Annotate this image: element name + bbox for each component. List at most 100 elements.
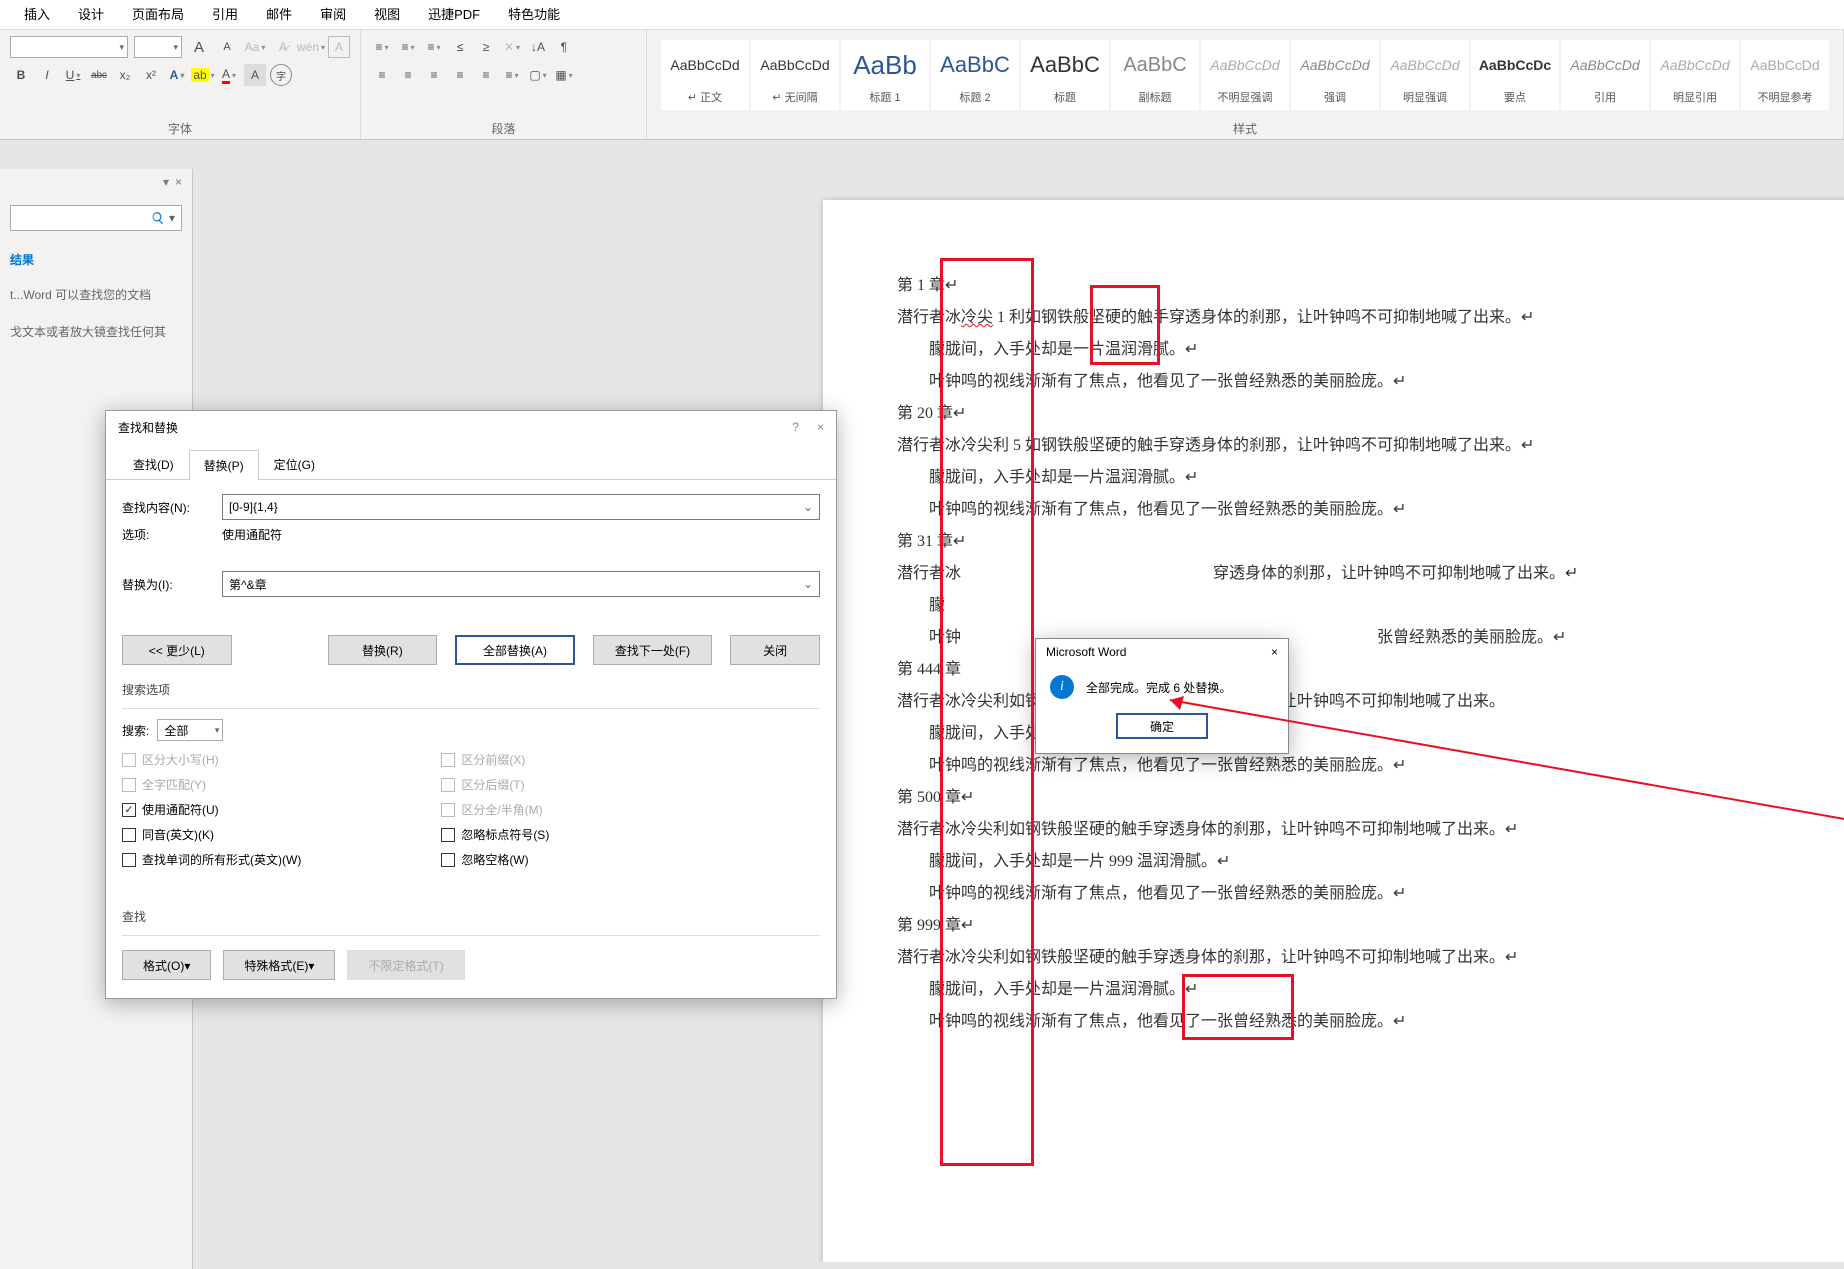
find-section-label: 查找	[122, 908, 820, 925]
numbering-icon[interactable]: ≡	[397, 36, 419, 58]
strike-icon[interactable]: abc	[88, 64, 110, 86]
style-item[interactable]: AaBbCcDd引用	[1561, 40, 1649, 110]
shrink-font-icon[interactable]: A	[216, 36, 238, 58]
close-button[interactable]: 关闭	[730, 635, 820, 665]
chk-whole-word[interactable]: 全字匹配(Y)	[122, 776, 301, 793]
close-icon[interactable]: ×	[817, 420, 824, 434]
ribbon-tab[interactable]: 引用	[198, 0, 252, 30]
subscript-icon[interactable]: x₂	[114, 64, 136, 86]
doc-line: 朦胧间，入手处却是一片 999 温润滑腻。↵	[897, 846, 1789, 878]
chk-sounds-like[interactable]: 同音(英文)(K)	[122, 826, 301, 843]
char-border-icon[interactable]: A	[328, 36, 350, 58]
replace-all-button[interactable]: 全部替换(A)	[455, 635, 575, 665]
nav-close-icon[interactable]: ×	[175, 175, 182, 189]
chk-ignore-punct[interactable]: 忽略标点符号(S)	[441, 826, 549, 843]
highlight-icon[interactable]: ab	[192, 64, 214, 86]
bullets-icon[interactable]: ≡	[371, 36, 393, 58]
decrease-indent-icon[interactable]: ≤	[449, 36, 471, 58]
nav-help-text: t...Word 可以查找您的文档	[10, 286, 182, 305]
style-item[interactable]: AaBbC副标题	[1111, 40, 1199, 110]
special-button[interactable]: 特殊格式(E)▾	[223, 950, 335, 980]
clear-format-icon[interactable]: A̷	[272, 36, 294, 58]
align-left-icon[interactable]: ≡	[371, 64, 393, 86]
doc-line: 潜行者冰冷尖利如钢铁般坚硬的触手穿透身体的刹那，让叶钟鸣不可抑制地喊了出来。↵	[897, 814, 1789, 846]
char-shading-icon[interactable]: A	[244, 64, 266, 86]
search-dir-label: 搜索:	[122, 722, 149, 739]
asian-layout-icon[interactable]: ✕	[501, 36, 523, 58]
sort-icon[interactable]: ↓A	[527, 36, 549, 58]
font-size-dd[interactable]	[134, 36, 182, 58]
font-family-dd[interactable]	[10, 36, 128, 58]
style-item[interactable]: AaBbCcDd明显强调	[1381, 40, 1469, 110]
change-case-icon[interactable]: Aa	[244, 36, 266, 58]
ok-button[interactable]: 确定	[1116, 713, 1208, 739]
msg-close-icon[interactable]: ×	[1271, 645, 1278, 659]
shading-para-icon[interactable]: ▢	[527, 64, 549, 86]
show-marks-icon[interactable]: ¶	[553, 36, 575, 58]
chk-ignore-space[interactable]: 忽略空格(W)	[441, 851, 549, 868]
underline-icon[interactable]: U	[62, 64, 84, 86]
tab-find[interactable]: 查找(D)	[118, 449, 189, 479]
phonetic-icon[interactable]: wén	[300, 36, 322, 58]
align-right-icon[interactable]: ≡	[423, 64, 445, 86]
page[interactable]: 第 1 章↵ 潜行者冰冷尖 1 利如钢铁般坚硬的触手穿透身体的刹那，让叶钟鸣不可…	[823, 200, 1844, 1262]
ribbon-tab[interactable]: 插入	[10, 0, 64, 30]
chk-word-forms[interactable]: 查找单词的所有形式(英文)(W)	[122, 851, 301, 868]
style-item[interactable]: AaBbC标题	[1021, 40, 1109, 110]
increase-indent-icon[interactable]: ≥	[475, 36, 497, 58]
find-next-button[interactable]: 查找下一处(F)	[593, 635, 713, 665]
style-item[interactable]: AaBbCcDd↵ 无间隔	[751, 40, 839, 110]
doc-line: 朦胧间，入手处却是一片温润滑腻。↵	[897, 462, 1789, 494]
multilevel-icon[interactable]: ≡	[423, 36, 445, 58]
styles-gallery[interactable]: AaBbCcDd↵ 正文AaBbCcDd↵ 无间隔AaBb标题 1AaBbC标题…	[657, 36, 1833, 114]
search-direction-dd[interactable]: 全部	[157, 719, 223, 741]
tab-replace[interactable]: 替换(P)	[189, 450, 259, 480]
nav-chevron-icon[interactable]: ▾	[163, 175, 169, 189]
font-color-icon[interactable]: A	[218, 64, 240, 86]
style-item[interactable]: AaBbC标题 2	[931, 40, 1019, 110]
chk-prefix[interactable]: 区分前缀(X)	[441, 751, 549, 768]
chk-suffix[interactable]: 区分后缀(T)	[441, 776, 549, 793]
ribbon-tab[interactable]: 审阅	[306, 0, 360, 30]
borders-icon[interactable]: ▦	[553, 64, 575, 86]
italic-icon[interactable]: I	[36, 64, 58, 86]
help-icon[interactable]: ?	[792, 420, 799, 434]
chk-width[interactable]: 区分全/半角(M)	[441, 801, 549, 818]
dialog-titlebar[interactable]: 查找和替换 ? ×	[106, 411, 836, 443]
replace-input[interactable]: 第^&章	[222, 571, 820, 597]
less-button[interactable]: << 更少(L)	[122, 635, 232, 665]
ribbon-tab[interactable]: 邮件	[252, 0, 306, 30]
align-center-icon[interactable]: ≡	[397, 64, 419, 86]
text-effects-icon[interactable]: A	[166, 64, 188, 86]
bold-icon[interactable]: B	[10, 64, 32, 86]
ribbon-tab[interactable]: 特色功能	[494, 0, 574, 30]
msg-title: Microsoft Word	[1046, 645, 1126, 659]
find-input[interactable]: [0-9]{1,4}	[222, 494, 820, 520]
distribute-icon[interactable]: ≡	[475, 64, 497, 86]
style-item[interactable]: AaBbCcDd不明显强调	[1201, 40, 1289, 110]
nav-search-input[interactable]: ▾	[10, 205, 182, 231]
superscript-icon[interactable]: x²	[140, 64, 162, 86]
chk-wildcards[interactable]: ✓使用通配符(U)	[122, 801, 301, 818]
ribbon-tab[interactable]: 迅捷PDF	[414, 0, 494, 30]
style-item[interactable]: AaBbCcDc要点	[1471, 40, 1559, 110]
grow-font-icon[interactable]: A	[188, 36, 210, 58]
dialog-tabs: 查找(D) 替换(P) 定位(G)	[106, 443, 836, 480]
nav-results-tab[interactable]: 结果	[10, 251, 182, 268]
ribbon-tab[interactable]: 设计	[64, 0, 118, 30]
tab-goto[interactable]: 定位(G)	[259, 449, 330, 479]
style-item[interactable]: AaBbCcDd强调	[1291, 40, 1379, 110]
format-button[interactable]: 格式(O)▾	[122, 950, 211, 980]
style-item[interactable]: AaBb标题 1	[841, 40, 929, 110]
enclosed-char-icon[interactable]: 字	[270, 64, 292, 86]
chk-match-case[interactable]: 区分大小写(H)	[122, 751, 301, 768]
ribbon-tab[interactable]: 视图	[360, 0, 414, 30]
style-item[interactable]: AaBbCcDd↵ 正文	[661, 40, 749, 110]
style-item[interactable]: AaBbCcDd明显引用	[1651, 40, 1739, 110]
line-spacing-icon[interactable]: ≡	[501, 64, 523, 86]
justify-icon[interactable]: ≡	[449, 64, 471, 86]
style-item[interactable]: AaBbCcDd不明显参考	[1741, 40, 1829, 110]
replace-button[interactable]: 替换(R)	[328, 635, 438, 665]
ribbon-tab[interactable]: 页面布局	[118, 0, 198, 30]
group-styles: AaBbCcDd↵ 正文AaBbCcDd↵ 无间隔AaBb标题 1AaBbC标题…	[647, 30, 1844, 139]
